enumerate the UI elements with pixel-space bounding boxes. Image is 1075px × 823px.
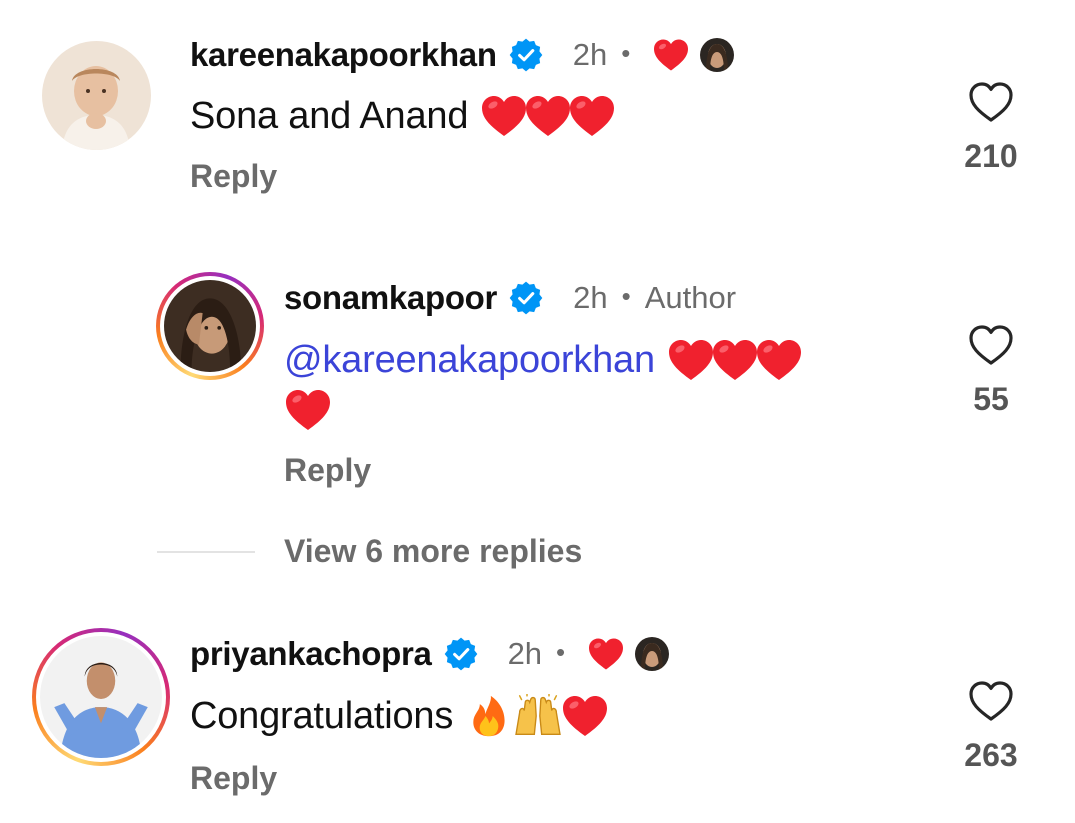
like-heart-icon[interactable] <box>967 80 1015 124</box>
red-heart-icon <box>755 338 803 382</box>
verified-badge-icon <box>509 38 543 72</box>
comment-header: kareenakapoorkhan 2h • <box>190 35 734 75</box>
like-control: 263 <box>941 679 1041 774</box>
timestamp: 2h <box>572 37 608 72</box>
red-heart-icon <box>667 338 715 382</box>
author-label: Author <box>644 280 737 315</box>
red-heart-icon <box>711 338 759 382</box>
comment-header: sonamkapoor 2h • Author <box>284 278 736 318</box>
avatar-story-ring[interactable] <box>156 272 264 380</box>
separator: • <box>621 280 631 311</box>
comment-text: Sona and Anand <box>190 94 469 137</box>
like-count[interactable]: 55 <box>973 381 1009 418</box>
timestamp: 2h <box>573 280 608 315</box>
timestamp: 2h <box>507 636 543 671</box>
reply-button[interactable]: Reply <box>284 452 371 489</box>
raised-hands-icon <box>511 694 565 738</box>
liked-by-author-heart-icon <box>652 38 690 72</box>
avatar-story-ring[interactable] <box>32 628 170 766</box>
red-heart-icon <box>561 694 609 738</box>
verified-badge-icon <box>444 637 478 671</box>
avatar <box>40 636 162 758</box>
username[interactable]: sonamkapoor <box>284 279 497 317</box>
comment-header: priyankachopra 2h • <box>190 634 669 674</box>
author-mini-avatar <box>700 38 734 72</box>
like-control: 55 <box>941 323 1041 418</box>
author-mini-avatar <box>635 637 669 671</box>
red-heart-icon <box>524 94 572 138</box>
comment-body: Congratulations <box>190 694 609 738</box>
mention-link[interactable]: @kareenakapoorkhan <box>284 339 655 382</box>
username[interactable]: kareenakapoorkhan <box>190 36 497 74</box>
view-more-replies-button[interactable]: View 6 more replies <box>284 533 582 570</box>
comment-body: @kareenakapoorkhan <box>284 338 803 382</box>
reply-button[interactable]: Reply <box>190 760 277 797</box>
avatar <box>164 280 256 372</box>
avatar[interactable] <box>42 41 151 150</box>
red-heart-icon <box>480 94 528 138</box>
reply-button[interactable]: Reply <box>190 158 277 195</box>
separator: • <box>556 636 566 667</box>
comment-text: Congratulations <box>190 694 454 737</box>
liked-by-author-heart-icon <box>587 637 625 671</box>
like-count[interactable]: 210 <box>964 138 1017 175</box>
comment-body-continued <box>284 388 332 432</box>
red-heart-icon <box>568 94 616 138</box>
fire-icon <box>467 694 511 738</box>
username[interactable]: priyankachopra <box>190 635 432 673</box>
red-heart-icon <box>284 388 332 432</box>
verified-badge-icon <box>509 281 543 315</box>
like-heart-icon[interactable] <box>967 679 1015 723</box>
separator: • <box>621 37 631 68</box>
like-count[interactable]: 263 <box>964 737 1017 774</box>
like-control: 210 <box>941 80 1041 175</box>
comment-body: Sona and Anand <box>190 94 616 138</box>
like-heart-icon[interactable] <box>967 323 1015 367</box>
divider <box>157 551 255 553</box>
